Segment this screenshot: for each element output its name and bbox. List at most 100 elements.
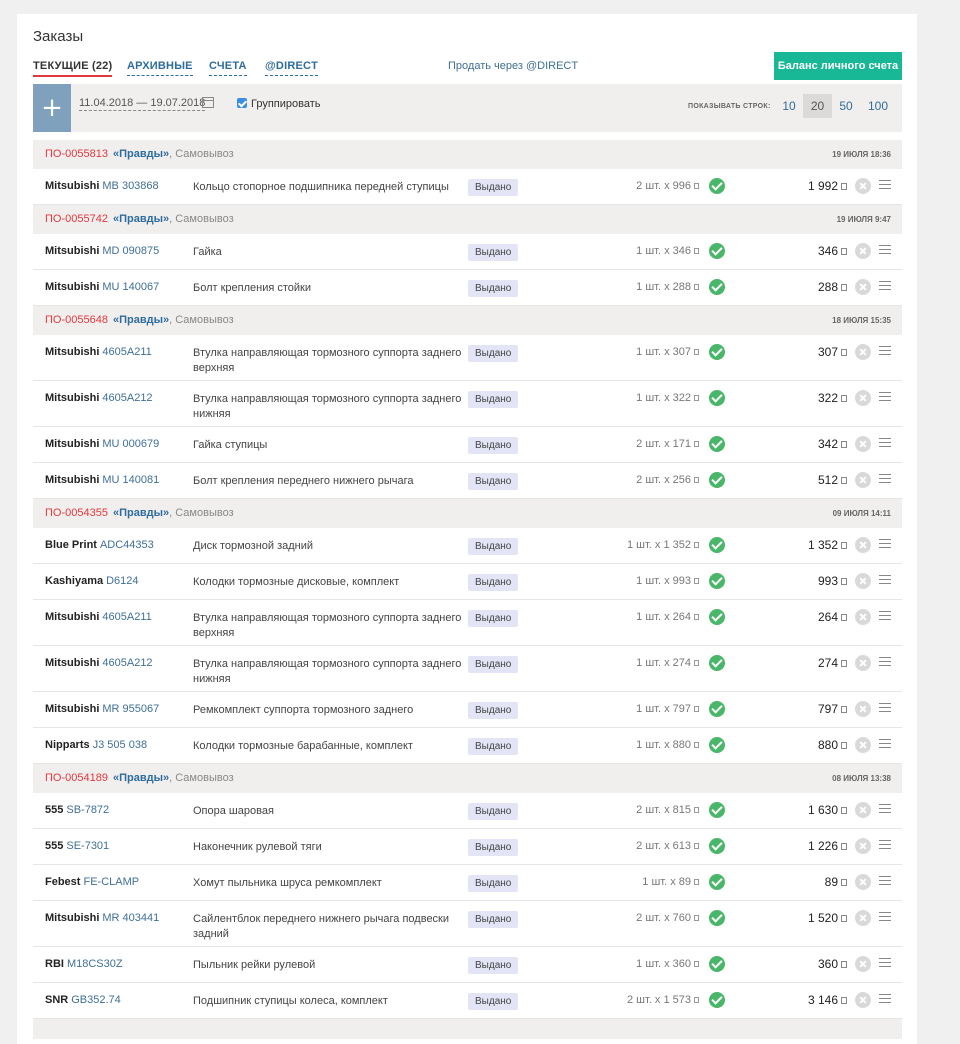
cancel-circle-icon[interactable] (855, 178, 871, 194)
menu-icon[interactable] (879, 994, 891, 1004)
shop-name[interactable]: «Правды» (113, 148, 169, 160)
group-checkbox[interactable]: Группировать (237, 98, 321, 110)
order-number[interactable]: ПО-0055742 (45, 213, 108, 225)
order-shop: «Правды», Самовывоз (113, 507, 234, 519)
item-code[interactable]: MU 000679 (102, 438, 159, 450)
menu-icon[interactable] (879, 912, 891, 922)
cancel-circle-icon[interactable] (855, 701, 871, 717)
cancel-circle-icon[interactable] (855, 573, 871, 589)
item-quantity: 2 шт. x 1 573 (627, 994, 699, 1006)
item-code[interactable]: MR 403441 (102, 912, 159, 924)
menu-icon[interactable] (879, 392, 891, 402)
qty-text: 1 шт. x 89 (642, 876, 691, 888)
sum-text: 1 992 (807, 179, 838, 193)
item-code[interactable]: 4605A211 (102, 611, 151, 623)
page-size-20[interactable]: 20 (803, 94, 832, 118)
add-order-button[interactable]: + (33, 84, 71, 132)
cancel-circle-icon[interactable] (855, 838, 871, 854)
shop-name[interactable]: «Правды» (113, 314, 169, 326)
tab-direct[interactable]: @DIRECT (265, 60, 319, 76)
item-code[interactable]: SE-7301 (66, 840, 109, 852)
cancel-circle-icon[interactable] (855, 655, 871, 671)
menu-icon[interactable] (879, 180, 891, 190)
menu-icon[interactable] (879, 438, 891, 448)
order-number[interactable]: ПО-0054355 (45, 507, 108, 519)
menu-icon[interactable] (879, 281, 891, 291)
menu-icon[interactable] (879, 575, 891, 585)
item-code[interactable]: MR 955067 (102, 703, 159, 715)
order-number[interactable]: ПО-0054189 (45, 772, 108, 784)
item-code[interactable]: MU 140067 (102, 281, 159, 293)
status-badge: Выдано (468, 911, 519, 928)
item-code[interactable]: 4605A212 (102, 392, 152, 404)
item-code[interactable]: MD 090875 (102, 245, 159, 257)
item-code[interactable]: M18CS30Z (67, 958, 123, 970)
ruble-icon (841, 961, 847, 968)
ruble-icon (841, 248, 847, 255)
tab-invoices[interactable]: СЧЕТА (209, 60, 247, 76)
item-code[interactable]: FE-CLAMP (83, 876, 139, 888)
qty-text: 1 шт. x 307 (636, 346, 691, 358)
page-size-50[interactable]: 50 (832, 94, 860, 118)
item-code[interactable]: GB352.74 (71, 994, 121, 1006)
sell-via-direct-link[interactable]: Продать через @DIRECT (448, 60, 578, 72)
cancel-circle-icon[interactable] (855, 279, 871, 295)
status-badge: Выдано (468, 244, 519, 261)
status-badge: Выдано (468, 803, 519, 820)
page-size-100[interactable]: 100 (863, 94, 893, 118)
check-circle-icon (709, 178, 725, 194)
item-code[interactable]: SB-7872 (66, 804, 109, 816)
cancel-circle-icon[interactable] (855, 472, 871, 488)
cancel-circle-icon[interactable] (855, 802, 871, 818)
shop-name[interactable]: «Правды» (113, 213, 169, 225)
tab-archive[interactable]: АРХИВНЫЕ (127, 60, 193, 76)
menu-icon[interactable] (879, 346, 891, 356)
cancel-circle-icon[interactable] (855, 243, 871, 259)
cancel-circle-icon[interactable] (855, 537, 871, 553)
shop-name[interactable]: «Правды» (113, 772, 169, 784)
order-number[interactable]: ПО-0055813 (45, 148, 108, 160)
item-quantity: 1 шт. x 797 (636, 703, 699, 715)
menu-icon[interactable] (879, 611, 891, 621)
item-quantity: 2 шт. x 815 (636, 804, 699, 816)
date-range-picker[interactable]: 11.04.2018 — 19.07.2018 (79, 97, 206, 111)
cancel-circle-icon[interactable] (855, 992, 871, 1008)
item-code[interactable]: J3 505 038 (93, 739, 147, 751)
menu-icon[interactable] (879, 804, 891, 814)
menu-icon[interactable] (879, 245, 891, 255)
tab-current[interactable]: ТЕКУЩИЕ (22) (33, 60, 113, 77)
page-size-10[interactable]: 10 (777, 94, 801, 118)
item-sum: 1 520 (808, 911, 847, 925)
item-code[interactable]: MU 140081 (102, 474, 159, 486)
balance-button[interactable]: Баланс личного счета (774, 52, 902, 80)
calendar-icon[interactable] (202, 97, 214, 108)
order-item-row: Mitsubishi MU 140081 Болт крепления передн… (33, 463, 902, 499)
order-item-row: 555 SE-7301 Наконечник рулевой тяги Выдано 2… (33, 829, 902, 865)
item-code[interactable]: MB 303868 (102, 180, 158, 192)
menu-icon[interactable] (879, 539, 891, 549)
menu-icon[interactable] (879, 474, 891, 484)
item-code[interactable]: 4605A211 (102, 346, 151, 358)
cancel-circle-icon[interactable] (855, 344, 871, 360)
item-code[interactable]: ADC44353 (100, 539, 154, 551)
cancel-circle-icon[interactable] (855, 956, 871, 972)
cancel-circle-icon[interactable] (855, 910, 871, 926)
cancel-circle-icon[interactable] (855, 609, 871, 625)
item-description: Втулка направляющая тормозного суппорта … (193, 347, 462, 374)
ruble-icon (841, 183, 847, 190)
cancel-circle-icon[interactable] (855, 390, 871, 406)
menu-icon[interactable] (879, 876, 891, 886)
order-number[interactable]: ПО-0055648 (45, 314, 108, 326)
item-code[interactable]: 4605A212 (102, 657, 152, 669)
menu-icon[interactable] (879, 958, 891, 968)
menu-icon[interactable] (879, 703, 891, 713)
menu-icon[interactable] (879, 840, 891, 850)
cancel-circle-icon[interactable] (855, 737, 871, 753)
checkbox-checked-icon[interactable] (237, 98, 247, 108)
menu-icon[interactable] (879, 739, 891, 749)
cancel-circle-icon[interactable] (855, 436, 871, 452)
item-code[interactable]: D6124 (106, 575, 138, 587)
cancel-circle-icon[interactable] (855, 874, 871, 890)
shop-name[interactable]: «Правды» (113, 507, 169, 519)
menu-icon[interactable] (879, 657, 891, 667)
